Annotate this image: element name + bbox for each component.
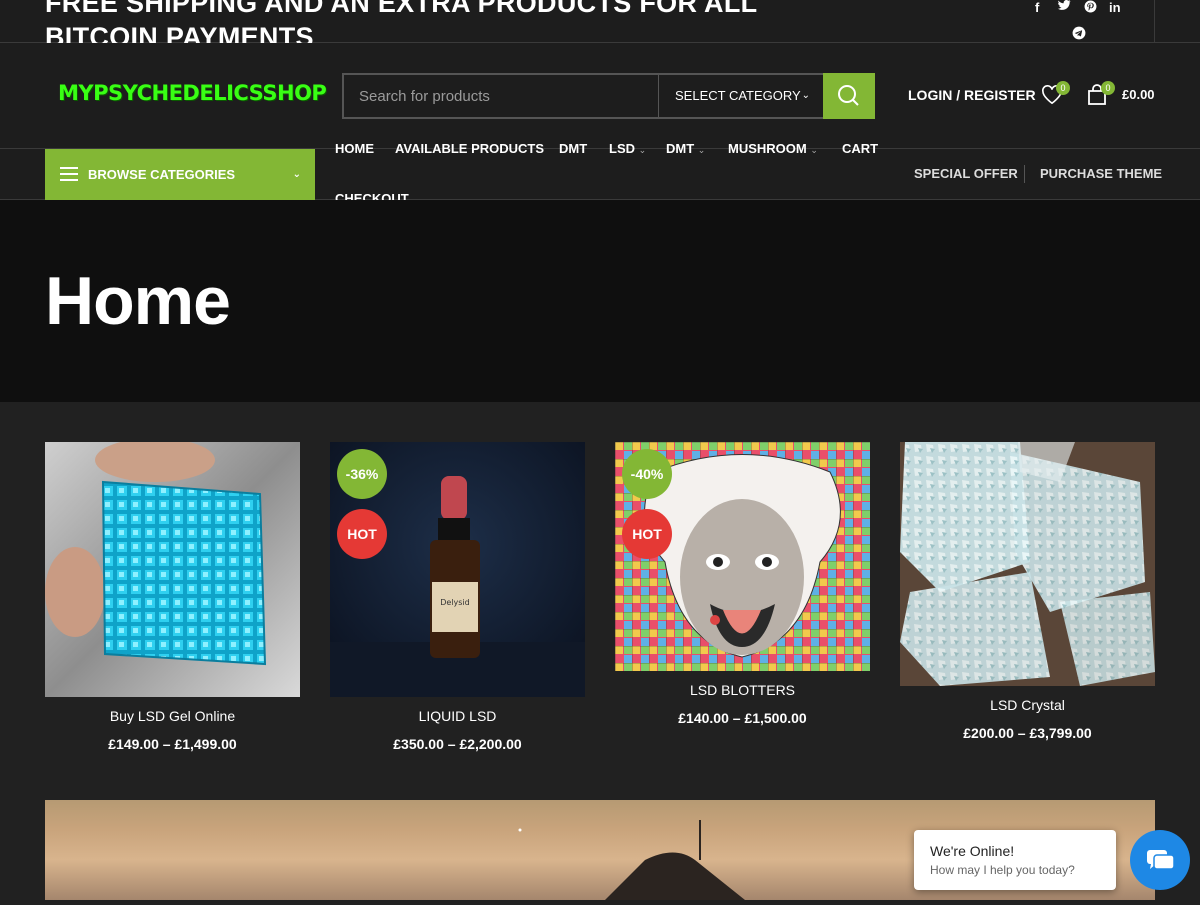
product-price: £350.00 – £2,200.00 bbox=[393, 736, 522, 752]
product-image[interactable]: -40% HOT bbox=[615, 442, 870, 671]
product-name[interactable]: LSD BLOTTERS bbox=[615, 682, 870, 698]
chevron-down-icon: ⌄ bbox=[638, 145, 647, 155]
cart-button[interactable]: 0 £0.00 bbox=[1087, 81, 1157, 108]
wishlist-button[interactable]: 0 bbox=[1041, 81, 1070, 107]
purchase-theme-link[interactable]: PURCHASE THEME bbox=[1040, 166, 1162, 181]
login-register-link[interactable]: LOGIN / REGISTER bbox=[908, 87, 1036, 103]
category-select[interactable]: SELECT CATEGORY ⌄ bbox=[658, 75, 824, 117]
browse-categories-label: BROWSE CATEGORIES bbox=[88, 167, 236, 182]
nav-item-available-products[interactable]: AVAILABLE PRODUCTS bbox=[395, 141, 544, 156]
category-select-label: SELECT CATEGORY bbox=[675, 88, 801, 103]
nav-item-cart[interactable]: CART bbox=[842, 141, 878, 156]
chat-button[interactable] bbox=[1130, 830, 1190, 890]
price-min: £149.00 bbox=[108, 736, 159, 752]
product-image[interactable] bbox=[45, 442, 300, 697]
facebook-icon[interactable]: f bbox=[1035, 0, 1039, 15]
price-max: £3,799.00 bbox=[1029, 725, 1092, 741]
nav-item-lsd[interactable]: LSD ⌄ bbox=[609, 141, 646, 156]
navigation-bar: BROWSE CATEGORIES ⌄ HOME AVAILABLE PRODU… bbox=[0, 141, 1200, 206]
product-card[interactable]: -40% HOT LSD BLOTTERS £140.00 – £1,500.0… bbox=[615, 442, 870, 726]
product-name[interactable]: LSD Crystal bbox=[900, 697, 1155, 713]
chevron-down-icon: ⌄ bbox=[292, 169, 301, 180]
page-header: Home bbox=[0, 200, 1200, 402]
search-button[interactable] bbox=[823, 73, 875, 119]
hot-badge: HOT bbox=[337, 509, 387, 559]
discount-badge: -40% bbox=[622, 449, 672, 499]
hot-badge: HOT bbox=[622, 509, 672, 559]
nav-item-dmt[interactable]: DMT bbox=[559, 141, 587, 156]
social-links: f in bbox=[1030, 0, 1130, 43]
cart-count-badge: 0 bbox=[1101, 81, 1115, 95]
price-min: £140.00 bbox=[678, 710, 729, 726]
search-input[interactable] bbox=[344, 75, 658, 117]
nav-item-lsd-label: LSD bbox=[609, 141, 635, 156]
telegram-icon[interactable] bbox=[1072, 26, 1086, 43]
product-price: £140.00 – £1,500.00 bbox=[678, 710, 807, 726]
bottle-label: Delysid bbox=[440, 598, 470, 607]
nav-item-dmt-menu[interactable]: DMT ⌄ bbox=[666, 141, 705, 156]
chat-prompt[interactable]: We're Online! How may I help you today? bbox=[914, 830, 1116, 890]
divider bbox=[1154, 0, 1155, 43]
pinterest-icon[interactable] bbox=[1084, 0, 1097, 16]
discount-badge: -36% bbox=[337, 449, 387, 499]
price-min: £200.00 bbox=[963, 725, 1014, 741]
product-card[interactable]: LSD Crystal £200.00 – £3,799.00 bbox=[900, 442, 1155, 741]
product-price: £149.00 – £1,499.00 bbox=[108, 736, 237, 752]
chat-bubble-icon bbox=[1147, 850, 1175, 870]
menu-icon bbox=[60, 167, 78, 181]
twitter-icon[interactable] bbox=[1058, 0, 1071, 15]
product-name[interactable]: LIQUID LSD bbox=[330, 708, 585, 724]
product-name[interactable]: Buy LSD Gel Online bbox=[45, 708, 300, 724]
price-min: £350.00 bbox=[393, 736, 444, 752]
chat-title: We're Online! bbox=[930, 843, 1015, 859]
search-icon bbox=[838, 85, 859, 106]
product-image[interactable]: Delysid -36% HOT bbox=[330, 442, 585, 697]
nav-item-mushroom-label: MUSHROOM bbox=[728, 141, 807, 156]
nav-item-dmt-menu-label: DMT bbox=[666, 141, 695, 156]
site-logo[interactable]: MYPSYCHEDELICSSHOP bbox=[58, 81, 327, 105]
price-max: £1,500.00 bbox=[744, 710, 807, 726]
divider bbox=[1024, 165, 1025, 183]
site-header: MYPSYCHEDELICSSHOP SELECT CATEGORY ⌄ LOG… bbox=[0, 43, 1200, 149]
browse-categories-button[interactable]: BROWSE CATEGORIES ⌄ bbox=[45, 149, 315, 200]
chevron-down-icon: ⌄ bbox=[801, 90, 810, 101]
nav-item-mushroom[interactable]: MUSHROOM ⌄ bbox=[728, 141, 818, 156]
product-card[interactable]: Buy LSD Gel Online £149.00 – £1,499.00 bbox=[45, 442, 300, 752]
chevron-down-icon: ⌄ bbox=[810, 145, 818, 155]
product-grid: Buy LSD Gel Online £149.00 – £1,499.00 D… bbox=[0, 402, 1200, 802]
chat-subtitle: How may I help you today? bbox=[930, 863, 1075, 877]
special-offer-link[interactable]: SPECIAL OFFER bbox=[914, 166, 1018, 181]
product-card[interactable]: Delysid -36% HOT LIQUID LSD £350.00 – £2… bbox=[330, 442, 585, 752]
top-bar: FREE SHIPPING AND AN EXTRA PRODUCTS FOR … bbox=[0, 0, 1200, 52]
price-max: £1,499.00 bbox=[174, 736, 237, 752]
search-bar: SELECT CATEGORY ⌄ bbox=[342, 73, 875, 119]
page-title: Home bbox=[45, 263, 231, 339]
chevron-down-icon: ⌄ bbox=[697, 145, 706, 155]
price-max: £2,200.00 bbox=[459, 736, 522, 752]
nav-item-home[interactable]: HOME bbox=[335, 141, 374, 156]
product-image[interactable] bbox=[900, 442, 1155, 686]
wishlist-count-badge: 0 bbox=[1056, 81, 1070, 95]
linkedin-icon[interactable]: in bbox=[1109, 0, 1121, 15]
product-price: £200.00 – £3,799.00 bbox=[963, 725, 1092, 741]
cart-total: £0.00 bbox=[1122, 87, 1155, 102]
